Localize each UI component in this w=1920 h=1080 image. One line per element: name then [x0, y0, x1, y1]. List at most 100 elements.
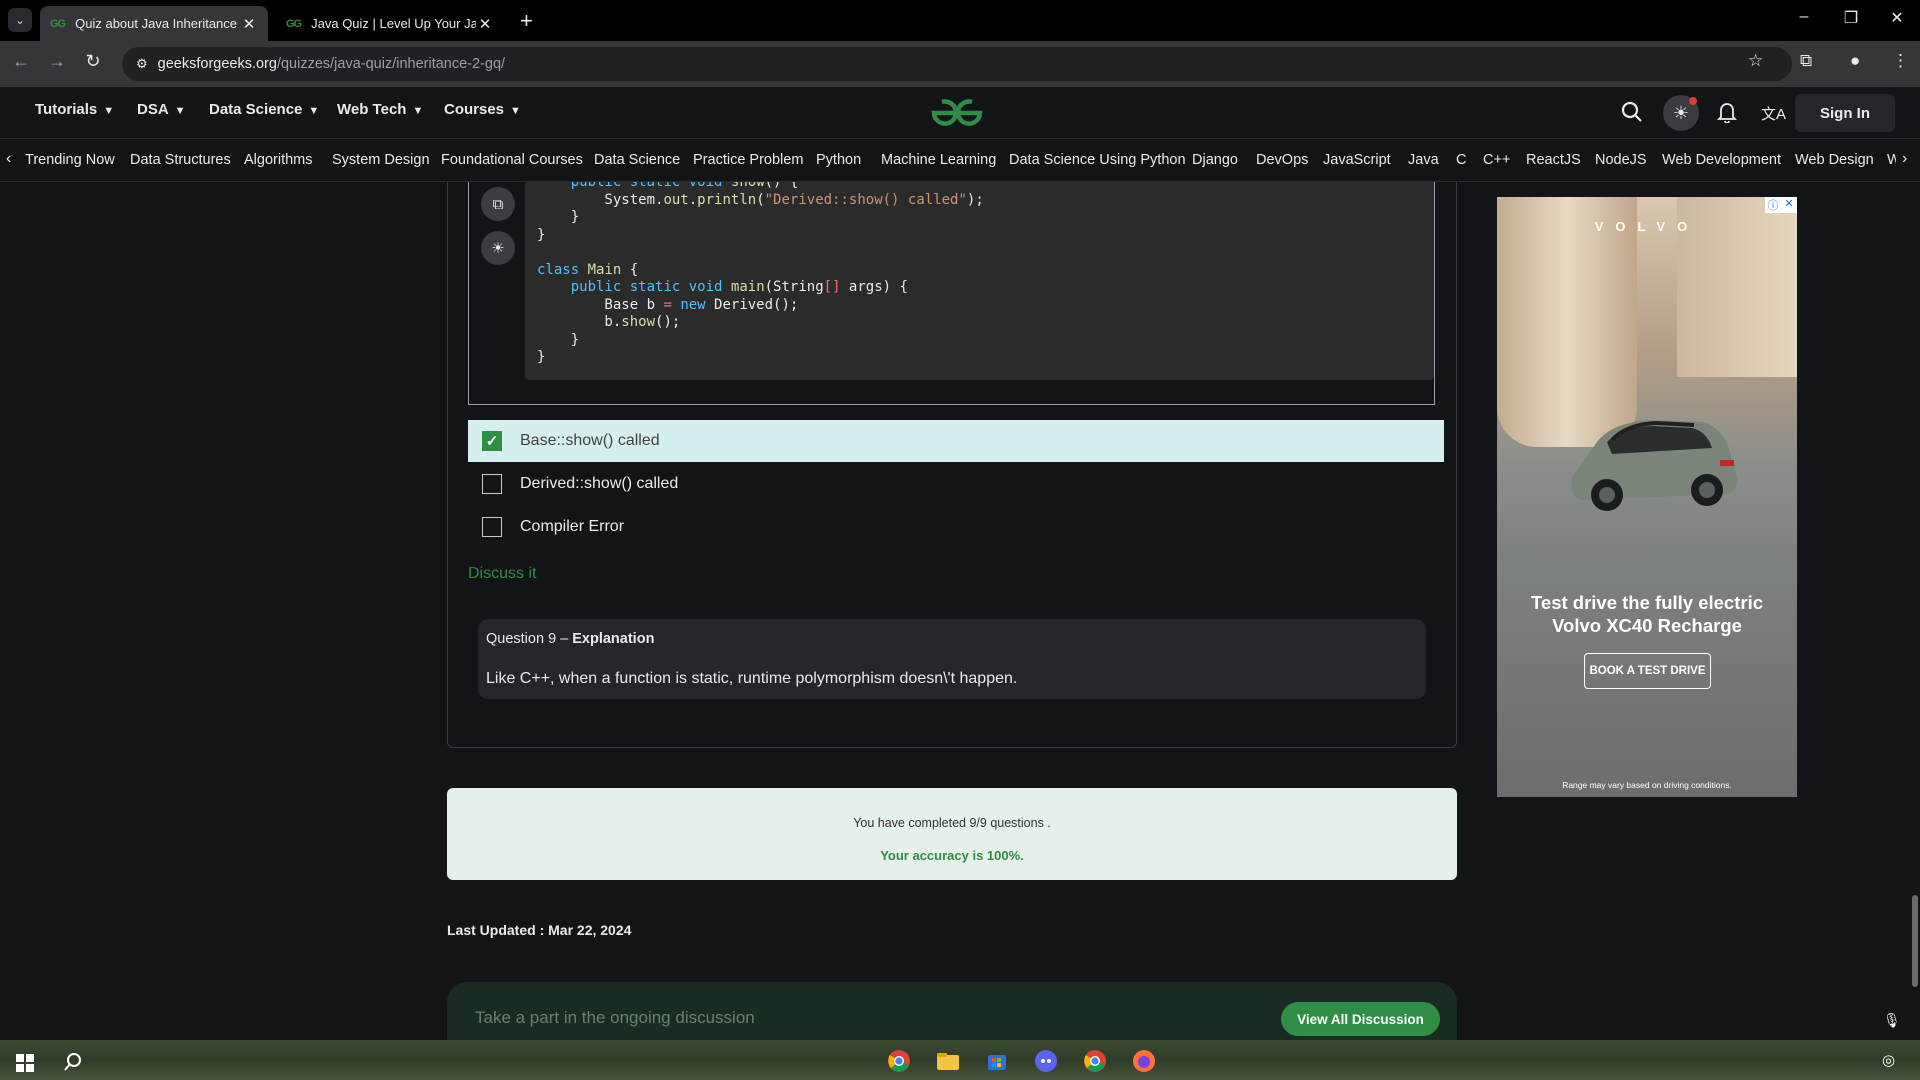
- browser-tab-active[interactable]: GG Quiz about Java Inheritance ✕: [40, 6, 268, 41]
- discuss-link[interactable]: Discuss it: [468, 565, 536, 583]
- close-window-icon[interactable]: ✕: [1874, 8, 1920, 28]
- subnav-item[interactable]: Trending Now: [25, 152, 115, 168]
- subnav-item[interactable]: Foundational Courses: [441, 152, 583, 168]
- discord-icon[interactable]: [1033, 1048, 1059, 1074]
- view-all-discussion-button[interactable]: View All Discussion: [1281, 1002, 1440, 1036]
- ad-info-icon[interactable]: ⓘ: [1765, 197, 1781, 213]
- menu-data-science[interactable]: Data Science ▼: [209, 101, 319, 118]
- microphone-icon[interactable]: 🎙: [1883, 1012, 1901, 1029]
- browser-tab[interactable]: GG Java Quiz | Level Up Your Java S ✕: [276, 6, 504, 41]
- copy-code-icon[interactable]: ⧉: [481, 187, 515, 221]
- completed-text: You have completed 9/9 questions .: [853, 816, 1051, 830]
- subnav-item[interactable]: Django: [1192, 152, 1238, 168]
- chevron-down-icon: ▼: [412, 105, 424, 117]
- checkbox-icon[interactable]: [482, 517, 502, 537]
- discussion-input[interactable]: Take a part in the ongoing discussion: [475, 1008, 755, 1028]
- ad-choices[interactable]: ⓘ ✕: [1765, 197, 1797, 213]
- subnav-item[interactable]: DevOps: [1256, 152, 1308, 168]
- back-icon[interactable]: ←: [8, 51, 34, 72]
- subnav-item[interactable]: System Design: [332, 152, 430, 168]
- subnav-item[interactable]: Practice Problem: [693, 152, 803, 168]
- site-info-icon[interactable]: ⚙: [136, 56, 148, 72]
- option-label: Base::show() called: [520, 432, 660, 449]
- forward-icon[interactable]: →: [44, 51, 70, 72]
- chevron-down-icon: ▼: [103, 105, 115, 117]
- gfg-favicon-icon: GG: [286, 17, 302, 30]
- subnav-item[interactable]: Data Structures: [130, 152, 231, 168]
- answer-option[interactable]: ✓ Base::show() called: [468, 420, 1444, 462]
- chevron-right-icon[interactable]: ›: [1896, 150, 1914, 168]
- search-icon[interactable]: [1621, 101, 1643, 129]
- discussion-bar: Take a part in the ongoing discussion Vi…: [447, 982, 1457, 1040]
- taskbar-search-icon[interactable]: [60, 1049, 86, 1075]
- url-host: geeksforgeeks.org: [157, 56, 277, 72]
- subnav-item[interactable]: ReactJS: [1526, 152, 1581, 168]
- checkbox-icon[interactable]: [482, 474, 502, 494]
- subnav-item[interactable]: JavaScript: [1323, 152, 1391, 168]
- close-tab-icon[interactable]: ✕: [476, 15, 494, 33]
- subnav-item[interactable]: Web Design: [1795, 152, 1874, 168]
- chevron-down-icon: ▼: [510, 105, 521, 117]
- tab-search-button[interactable]: ⌄: [8, 8, 32, 32]
- chevron-left-icon[interactable]: ‹: [6, 150, 11, 168]
- file-explorer-icon[interactable]: [935, 1048, 961, 1074]
- subnav-item[interactable]: Algorithms: [244, 152, 313, 168]
- translate-icon[interactable]: 文A: [1761, 103, 1786, 124]
- subnav-item[interactable]: C++: [1483, 152, 1510, 168]
- answer-option[interactable]: Compiler Error: [468, 506, 1444, 548]
- code-block: public static void show() { System.out.p…: [525, 182, 1434, 380]
- reload-icon[interactable]: ↻: [80, 51, 106, 72]
- book-test-drive-button[interactable]: BOOK A TEST DRIVE: [1584, 653, 1711, 689]
- subnav-item[interactable]: Data Science: [594, 152, 680, 168]
- restore-icon[interactable]: ❐: [1828, 8, 1874, 28]
- checkbox-checked-icon[interactable]: ✓: [482, 431, 502, 451]
- menu-courses[interactable]: Courses ▼: [444, 101, 521, 118]
- menu-web-tech[interactable]: Web Tech ▼: [337, 101, 423, 118]
- bell-icon[interactable]: [1716, 101, 1738, 129]
- site-header: Tutorials ▼ DSA ▼ Data Science ▼ Web Tech ▼ …: [0, 87, 1920, 139]
- bookmark-star-icon[interactable]: ☆: [1748, 51, 1763, 71]
- last-updated: Last Updated : Mar 22, 2024: [447, 922, 632, 938]
- browser-menu-icon[interactable]: ⋮: [1892, 51, 1909, 71]
- browser-toolbar: ← → ↻ ⚙ geeksforgeeks.org/quizzes/java-q…: [0, 41, 1920, 87]
- menu-tutorials[interactable]: Tutorials ▼: [35, 101, 114, 118]
- sign-in-button[interactable]: Sign In: [1795, 94, 1895, 132]
- close-tab-icon[interactable]: ✕: [240, 15, 258, 33]
- new-tab-button[interactable]: +: [520, 8, 533, 34]
- gfg-logo[interactable]: [926, 95, 988, 131]
- subnav-item[interactable]: NodeJS: [1595, 152, 1647, 168]
- firefox-icon[interactable]: [1131, 1048, 1157, 1074]
- subnav-item[interactable]: C: [1456, 152, 1466, 168]
- profile-avatar-icon[interactable]: ●: [1850, 51, 1860, 71]
- advertisement[interactable]: VOLVO Test drive the fully electric Volvo…: [1497, 197, 1797, 797]
- store-icon[interactable]: [984, 1048, 1010, 1074]
- subnav-item[interactable]: Python: [816, 152, 861, 168]
- menu-dsa[interactable]: DSA ▼: [137, 101, 186, 118]
- notification-dot: [1689, 97, 1697, 105]
- chrome-icon[interactable]: [1082, 1048, 1108, 1074]
- accuracy-text: Your accuracy is 100%.: [880, 848, 1024, 863]
- subnav-item[interactable]: Data Science Using Python: [1009, 152, 1186, 168]
- ad-fine-print: Range may vary based on driving conditio…: [1562, 780, 1732, 790]
- chrome-icon[interactable]: [886, 1048, 912, 1074]
- tab-title: Java Quiz | Level Up Your Java S: [311, 16, 476, 31]
- minimize-icon[interactable]: –: [1781, 8, 1827, 26]
- tray-location-icon[interactable]: ◎: [1882, 1051, 1895, 1069]
- car-image: [1571, 420, 1738, 511]
- close-ad-icon[interactable]: ✕: [1781, 197, 1797, 213]
- subnav-item[interactable]: Java: [1408, 152, 1439, 168]
- extensions-icon[interactable]: ⧉: [1800, 51, 1812, 71]
- subnav-item[interactable]: Machine Learning: [881, 152, 996, 168]
- address-bar[interactable]: ⚙ geeksforgeeks.org/quizzes/java-quiz/in…: [122, 47, 1792, 81]
- code-theme-icon[interactable]: ☀: [481, 231, 515, 265]
- windows-start-icon[interactable]: [12, 1050, 38, 1076]
- ad-headline: Test drive the fully electric Volvo XC40 …: [1530, 592, 1764, 636]
- subnav-item[interactable]: Web Development: [1662, 152, 1781, 168]
- option-label: Derived::show() called: [520, 475, 679, 492]
- page-scrollbar[interactable]: [1912, 895, 1918, 987]
- chevron-down-icon: ▼: [308, 105, 320, 117]
- answer-option[interactable]: Derived::show() called: [468, 463, 1444, 505]
- result-panel: You have completed 9/9 questions . Your …: [447, 788, 1457, 880]
- option-label: Compiler Error: [520, 518, 625, 535]
- os-taskbar: ◎: [0, 1040, 1920, 1080]
